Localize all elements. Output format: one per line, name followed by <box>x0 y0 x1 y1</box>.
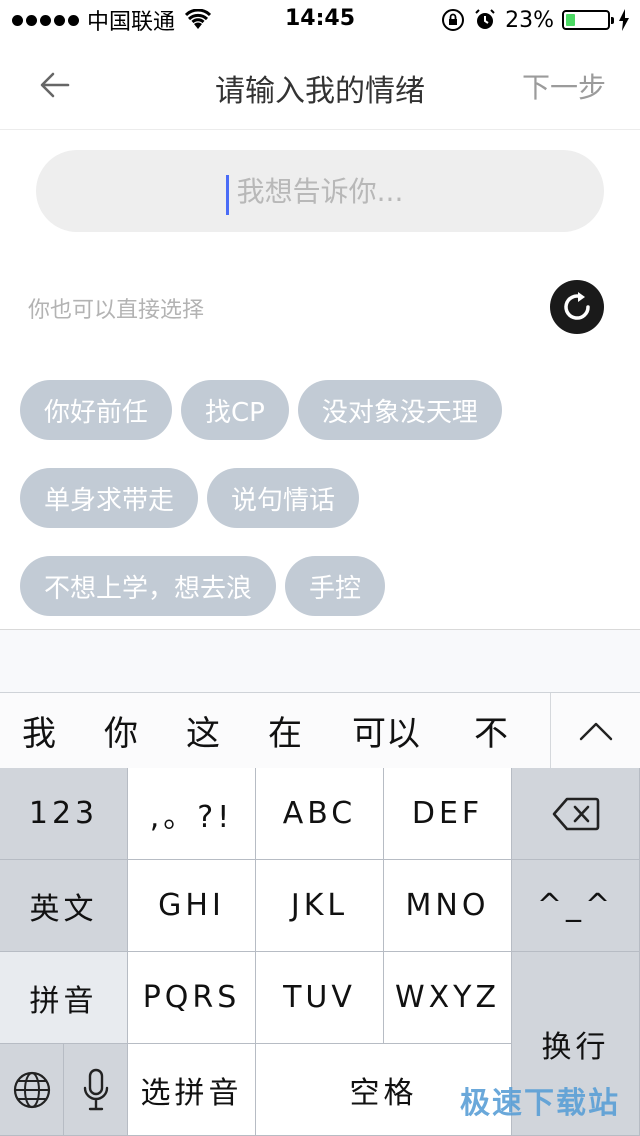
chevron-up-icon <box>579 722 612 741</box>
tag-row: 不想上学，想去浪 手控 <box>20 556 620 616</box>
status-bar: 中国联通 14:45 23% <box>0 0 640 40</box>
key-123[interactable]: 123 <box>0 768 128 860</box>
candidate-bar: 我 你 这 在 可以 不 <box>0 692 640 769</box>
key-jkl[interactable]: JKL <box>256 860 384 952</box>
tag-chip[interactable]: 没对象没天理 <box>297 380 502 440</box>
key-def[interactable]: DEF <box>384 768 512 860</box>
expand-candidates-button[interactable] <box>550 693 640 769</box>
backspace-icon <box>552 797 599 830</box>
key-mno[interactable]: MNO <box>384 860 512 952</box>
nav-bar: 请输入我的情绪 下一步 <box>0 40 640 130</box>
microphone-key[interactable] <box>64 1044 128 1136</box>
delete-key[interactable] <box>512 768 640 860</box>
tag-chip[interactable]: 说句情话 <box>207 468 360 528</box>
key-emoticon[interactable]: ^_^ <box>512 860 640 952</box>
tag-chip[interactable]: 找CP <box>181 380 289 440</box>
key-abc[interactable]: ABC <box>256 768 384 860</box>
tag-chip[interactable]: 不想上学，想去浪 <box>20 556 277 616</box>
select-pinyin-key[interactable]: 选拼音 <box>128 1044 256 1136</box>
status-right: 23% <box>441 6 630 34</box>
candidate-word[interactable]: 你 <box>104 693 186 769</box>
tag-chip[interactable]: 手控 <box>285 556 386 616</box>
key-english[interactable]: 英文 <box>0 860 128 952</box>
globe-key[interactable] <box>0 1044 64 1136</box>
candidate-word[interactable]: 我 <box>22 693 104 769</box>
key-ghi[interactable]: GHI <box>128 860 256 952</box>
refresh-button[interactable] <box>550 280 604 334</box>
battery-icon <box>562 10 614 30</box>
candidate-word[interactable]: 可以 <box>352 693 474 769</box>
key-pqrs[interactable]: PQRS <box>128 952 256 1044</box>
candidate-list: 我 你 这 在 可以 不 <box>0 693 550 768</box>
candidate-word[interactable]: 这 <box>186 693 268 769</box>
microphone-icon <box>83 1068 108 1110</box>
key-tuv[interactable]: TUV <box>256 952 384 1044</box>
charging-bolt-icon <box>619 9 629 31</box>
keyboard-accessory-area <box>0 629 640 692</box>
tag-list: 你好前任 找CP 没对象没天理 单身求带走 说句情话 不想上学，想去浪 手控 <box>20 380 620 644</box>
tag-row: 单身求带走 说句情话 <box>20 468 620 528</box>
choose-hint: 你也可以直接选择 <box>28 298 205 323</box>
alarm-icon <box>475 9 495 29</box>
next-step-button[interactable]: 下一步 <box>522 66 606 106</box>
watermark: 极速下载站 <box>460 1086 620 1121</box>
globe-icon <box>13 1071 50 1108</box>
text-caret <box>226 175 229 215</box>
candidate-word[interactable]: 不 <box>474 693 534 769</box>
key-pinyin[interactable]: 拼音 <box>0 952 128 1044</box>
key-punctuation[interactable]: ,。?! <box>128 768 256 860</box>
rotation-lock-icon <box>442 9 465 31</box>
key-wxyz[interactable]: WXYZ <box>384 952 512 1044</box>
mood-input[interactable] <box>36 150 604 232</box>
refresh-icon <box>564 292 590 320</box>
keyboard: 123 ,。?! ABC DEF 英文 GHI JKL MNO ^_^ 拼音 P… <box>0 768 640 1136</box>
tag-chip[interactable]: 你好前任 <box>20 380 173 440</box>
candidate-word[interactable]: 在 <box>268 693 352 769</box>
battery-percent: 23% <box>505 7 554 33</box>
tag-chip[interactable]: 单身求带走 <box>20 468 199 528</box>
tag-row: 你好前任 找CP 没对象没天理 <box>20 380 620 440</box>
